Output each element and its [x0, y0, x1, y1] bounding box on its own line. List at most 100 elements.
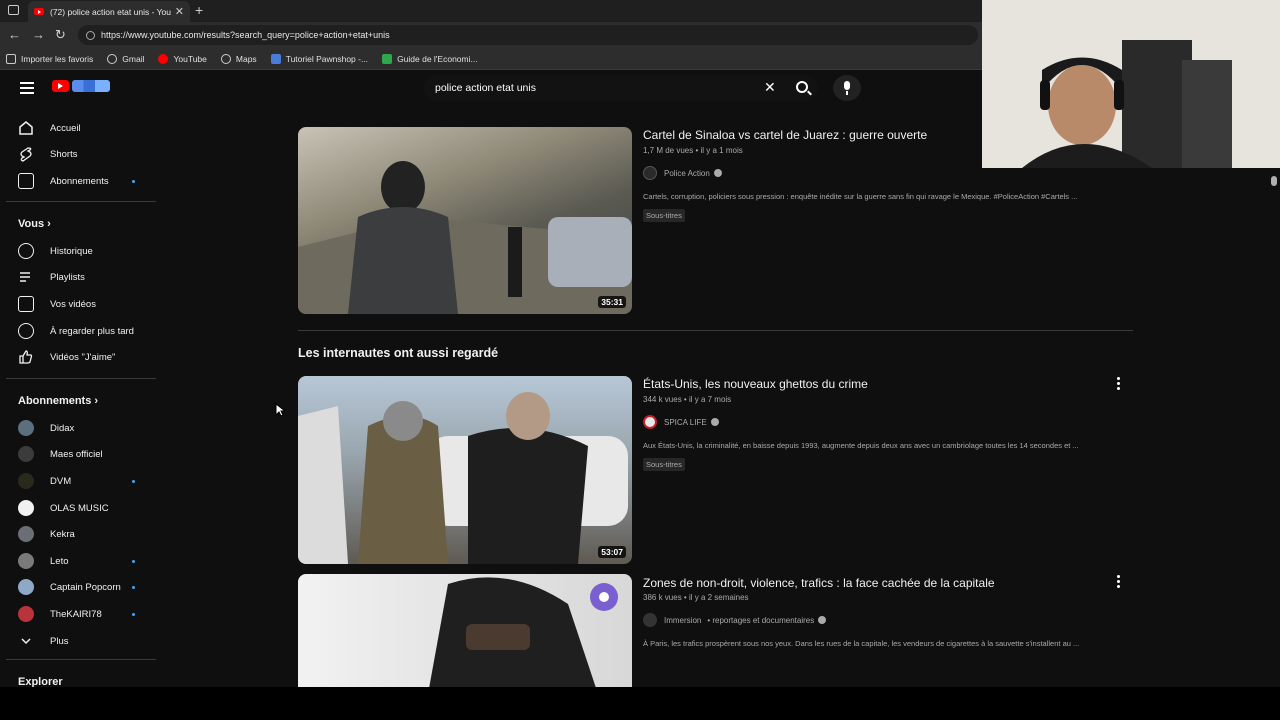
channel-avatar: [643, 613, 657, 627]
forward-icon[interactable]: →: [32, 27, 45, 42]
bookmark-maps[interactable]: Maps: [220, 53, 257, 64]
channel-link[interactable]: Immersion • reportages et documentaires: [643, 613, 827, 627]
sidebar-divider: [6, 659, 156, 660]
new-content-dot: [132, 180, 135, 183]
sheet-icon: [382, 53, 393, 64]
avatar: [18, 579, 34, 595]
scrollbar[interactable]: [1268, 170, 1280, 687]
new-content-dot: [132, 480, 135, 483]
more-actions-icon[interactable]: [1117, 377, 1121, 392]
bookmark-import[interactable]: Importer les favoris: [6, 53, 93, 64]
search-query: police action etat unis: [435, 82, 536, 94]
chevron-right-icon: ›: [94, 395, 99, 407]
home-icon: [18, 120, 34, 136]
channel-link[interactable]: SPICA LIFE: [643, 415, 719, 429]
avatar: [18, 473, 34, 489]
sidebar-sub-dvm[interactable]: DVM: [18, 471, 71, 491]
mouse-cursor-icon: [275, 403, 285, 417]
tab-title: (72) police action etat unis - YouTube: [50, 6, 171, 17]
video-meta: 344 k vues • il y a 7 mois: [643, 395, 732, 404]
chevron-down-icon: [18, 633, 34, 649]
site-info-icon[interactable]: [86, 30, 95, 40]
scrollbar-thumb[interactable]: [1271, 176, 1277, 186]
sidebar-item-subscriptions[interactable]: Abonnements: [18, 171, 109, 191]
video-thumbnail[interactable]: 35:31: [298, 127, 632, 314]
channel-link[interactable]: Police Action: [643, 166, 722, 180]
you-section-header[interactable]: Vous ›: [18, 218, 51, 230]
video-meta: 1,7 M de vues • il y a 1 mois: [643, 146, 743, 155]
webcam-overlay: [982, 0, 1280, 168]
avatar: [18, 553, 34, 569]
video-description: Cartels, corruption, policiers sous pres…: [643, 192, 1078, 201]
video-description: À Paris, les trafics prospèrent sous nos…: [643, 639, 1080, 648]
verified-icon: [818, 616, 827, 624]
thumbs-up-icon: [18, 349, 34, 365]
sidebar-show-more[interactable]: Plus: [18, 631, 68, 651]
video-meta: 386 k vues • il y a 2 semaines: [643, 593, 749, 602]
import-icon: [6, 53, 16, 64]
window-menu-icon[interactable]: [8, 5, 19, 15]
thumbnail-image: [298, 161, 632, 314]
bookmark-youtube[interactable]: YouTube: [158, 53, 207, 64]
video-title[interactable]: États-Unis, les nouveaux ghettos du crim…: [643, 377, 868, 391]
video-duration: 35:31: [598, 296, 626, 308]
search-input[interactable]: police action etat unis ✕: [424, 75, 818, 101]
sidebar-item-your-videos[interactable]: Vos vidéos: [18, 294, 96, 314]
sidebar-item-home[interactable]: Accueil: [18, 118, 81, 138]
youtube-logo[interactable]: [52, 80, 110, 92]
youtube-icon: [158, 53, 169, 64]
sidebar-item-history[interactable]: Historique: [18, 241, 93, 261]
sidebar-sub-didax[interactable]: Didax: [18, 418, 74, 438]
reload-icon[interactable]: ↻: [55, 27, 66, 43]
avatar: [18, 606, 34, 622]
sidebar-sub-kekra[interactable]: Kekra: [18, 524, 75, 544]
subscriptions-section-header[interactable]: Abonnements ›: [18, 395, 98, 407]
bookmark-pawnshop[interactable]: Tutoriel Pawnshop -...: [270, 53, 368, 64]
sidebar-divider: [6, 201, 156, 202]
sidebar-sub-thekairi78[interactable]: TheKAIRI78: [18, 604, 102, 624]
sidebar-sub-captain-popcorn[interactable]: Captain Popcorn: [18, 577, 121, 597]
clock-icon: [18, 323, 34, 339]
url-text: https://www.youtube.com/results?search_q…: [101, 30, 390, 40]
sidebar-divider: [6, 378, 156, 379]
video-duration: 53:07: [598, 546, 626, 558]
new-content-dot: [132, 560, 135, 563]
verified-icon: [710, 418, 719, 426]
sidebar-sub-maes[interactable]: Maes officiel: [18, 444, 103, 464]
clear-search-icon[interactable]: ✕: [764, 79, 776, 96]
menu-icon[interactable]: [20, 82, 34, 97]
sidebar-item-watch-later[interactable]: À regarder plus tard: [18, 321, 134, 341]
bookmark-gmail[interactable]: Gmail: [107, 53, 144, 64]
voice-search-icon[interactable]: [833, 75, 861, 101]
section-title: Les internautes ont aussi regardé: [298, 346, 499, 360]
sidebar-item-shorts[interactable]: Shorts: [18, 144, 77, 164]
video-title[interactable]: Cartel de Sinaloa vs cartel de Juarez : …: [643, 128, 927, 142]
bookmark-guide[interactable]: Guide de l'Economi...: [382, 53, 478, 64]
history-icon: [18, 243, 34, 259]
chevron-right-icon: ›: [47, 218, 51, 230]
new-content-dot: [132, 613, 135, 616]
sidebar-sub-leto[interactable]: Leto: [18, 551, 69, 571]
shorts-icon: [18, 146, 34, 162]
globe-icon: [220, 53, 231, 64]
url-field[interactable]: https://www.youtube.com/results?search_q…: [78, 25, 978, 45]
doodle-icon: [72, 80, 110, 92]
taskbar: [0, 687, 1280, 720]
sidebar-item-liked[interactable]: Vidéos "J'aime": [18, 347, 115, 367]
avatar: [18, 420, 34, 436]
close-tab-icon[interactable]: ✕: [175, 5, 184, 18]
browser-tab[interactable]: (72) police action etat unis - YouTube ✕: [28, 1, 190, 22]
search-icon[interactable]: [796, 81, 808, 93]
back-icon[interactable]: ←: [8, 27, 21, 42]
explore-section-header: Explorer: [18, 676, 63, 687]
new-tab-button[interactable]: +: [195, 2, 203, 18]
sidebar-item-playlists[interactable]: Playlists: [18, 267, 85, 287]
video-thumbnail[interactable]: 53:07: [298, 376, 632, 564]
video-thumbnail[interactable]: [298, 574, 632, 687]
subtitles-badge: Sous-titres: [643, 209, 685, 222]
more-actions-icon[interactable]: [1117, 575, 1121, 590]
video-title[interactable]: Zones de non-droit, violence, trafics : …: [643, 576, 995, 590]
thumbnail-image: [298, 392, 628, 564]
sidebar-sub-olas[interactable]: OLAS MUSIC: [18, 498, 109, 518]
subscriptions-icon: [18, 173, 34, 189]
